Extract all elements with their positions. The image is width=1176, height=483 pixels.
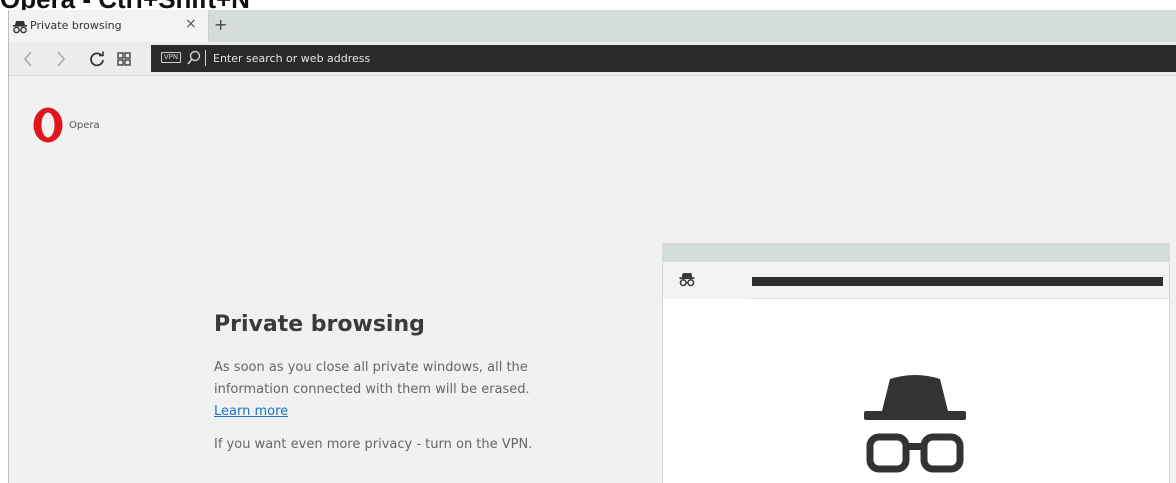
navigation-bar: VPN [9, 42, 1176, 76]
incognito-illustration-icon [860, 369, 970, 483]
address-input[interactable] [213, 47, 813, 69]
forward-icon[interactable] [56, 51, 66, 71]
private-browsing-info: Private browsing As soon as you close al… [214, 312, 634, 452]
learn-more-link[interactable]: Learn more [214, 401, 288, 423]
vpn-note: If you want even more privacy - turn on … [214, 437, 533, 452]
preview-tab-strip [663, 244, 1169, 262]
page-title: Private browsing [214, 312, 425, 337]
close-tab-button[interactable]: × [185, 16, 197, 32]
vpn-badge[interactable]: VPN [161, 52, 181, 63]
opera-logo [33, 107, 63, 147]
preview-toolbar [750, 262, 1169, 299]
tab-title: Private browsing [30, 19, 122, 32]
tab-private-browsing[interactable]: Private browsing × [9, 10, 209, 42]
description-text: As soon as you close all private windows… [214, 357, 594, 423]
back-icon[interactable] [23, 51, 33, 71]
tab-strip: Private browsing × + [9, 10, 1176, 42]
incognito-icon [678, 272, 696, 291]
search-icon [187, 50, 201, 70]
new-tab-button[interactable]: + [214, 15, 227, 34]
caption-title: Opera - Ctrl+Shift+N [0, 0, 250, 12]
description-body: As soon as you close all private windows… [214, 360, 530, 397]
incognito-icon [12, 19, 28, 38]
speed-dial-icon[interactable] [117, 51, 131, 70]
preview-tab [663, 262, 750, 299]
address-divider [205, 50, 206, 66]
browser-window: Private browsing × + VPN Enter search or… [8, 10, 1176, 483]
opera-brand-name: Opera [69, 120, 100, 131]
private-window-illustration [662, 243, 1170, 483]
address-bar[interactable]: VPN [151, 45, 1176, 72]
reload-icon[interactable] [89, 51, 105, 71]
preview-address-bar [752, 277, 1163, 286]
